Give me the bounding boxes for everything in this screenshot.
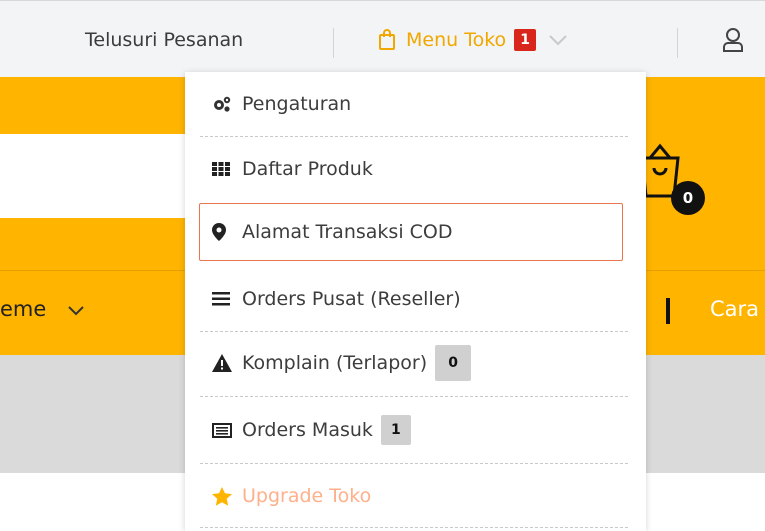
divider [677,28,678,58]
menu-item-label: Komplain (Terlapor) [242,352,428,374]
divider [200,527,628,528]
divider [200,396,628,397]
cart-count-badge: 0 [671,181,705,215]
menu-item-alamat-transaksi-cod[interactable]: Alamat Transaksi COD [199,203,623,261]
user-icon [722,27,744,53]
menu-item-pengaturan[interactable]: Pengaturan [200,75,622,133]
theme-menu-label: eme [0,297,47,321]
divider [333,28,334,58]
menu-item-orders-pusat[interactable]: Orders Pusat (Reseller) [200,270,622,328]
divider [200,136,628,137]
komplain-count-badge: 0 [435,345,472,381]
chevron-down-icon [548,29,568,51]
menu-item-upgrade-toko[interactable]: Upgrade Toko [200,467,622,525]
list-icon [200,292,242,306]
grid-icon [200,162,242,176]
warning-icon [200,354,242,372]
search-orders-link[interactable]: Telusuri Pesanan [85,1,243,78]
shopping-bag-icon [378,28,396,51]
menu-toko-button[interactable]: Menu Toko 1 [378,1,568,78]
menu-item-label: Orders Pusat (Reseller) [242,288,461,310]
chevron-down-icon [67,305,85,316]
menu-toko-label: Menu Toko [406,28,507,51]
map-marker-icon [200,223,242,241]
star-icon [200,486,242,506]
menu-item-orders-masuk[interactable]: Orders Masuk 1 [200,401,622,459]
divider [200,331,628,332]
menu-item-label: Alamat Transaksi COD [242,221,453,243]
cara-link[interactable]: Cara [710,297,759,321]
inbox-icon [200,422,242,438]
menu-item-daftar-produk[interactable]: Daftar Produk [200,140,622,198]
menu-item-label: Orders Masuk [242,419,373,441]
divider [666,298,670,324]
user-account-button[interactable] [722,1,744,78]
search-orders-label: Telusuri Pesanan [85,28,244,51]
menu-toko-badge: 1 [514,28,537,51]
menu-toko-dropdown: Pengaturan Daftar Produk Alamat Transaks… [185,72,646,531]
divider [200,463,628,464]
top-bar: Telusuri Pesanan Menu Toko 1 [0,0,765,77]
orders-masuk-count-badge: 1 [380,415,411,445]
menu-item-komplain[interactable]: Komplain (Terlapor) 0 [200,334,622,392]
gears-icon [200,95,242,113]
theme-menu[interactable]: eme [0,297,85,321]
menu-item-label: Daftar Produk [242,158,373,180]
menu-item-label: Upgrade Toko [242,485,372,507]
menu-item-label: Pengaturan [242,93,352,115]
